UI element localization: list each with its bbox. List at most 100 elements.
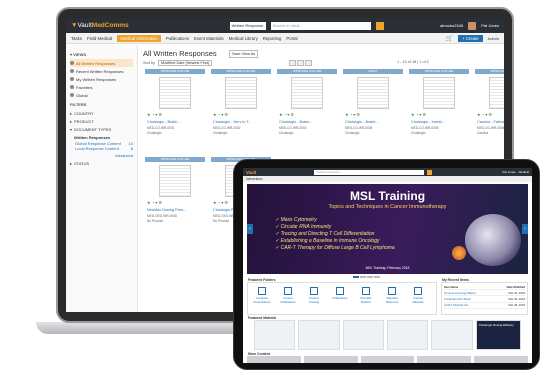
content-thumb[interactable] (247, 356, 301, 363)
card-title[interactable]: Cholangio - Brakh... (345, 120, 403, 124)
grid-view-icon[interactable] (289, 60, 296, 66)
banner-topic: ✓ Mass Cytometry (275, 217, 317, 223)
chevron-left-icon[interactable]: ‹ (247, 224, 253, 234)
sidebar-item-recent[interactable]: Recent Written Responses (70, 67, 133, 75)
nav-publications[interactable]: Publications (166, 36, 189, 41)
advanced-link[interactable]: Advanced (70, 151, 133, 159)
tablet-user-name[interactable]: Pat Jones (502, 170, 515, 174)
material-thumb-featured[interactable]: Cholangio Dosing Efficacy (475, 320, 521, 350)
filter-country[interactable]: ▸ COUNTRY (70, 109, 133, 117)
search-scope-select[interactable]: Written Response (229, 21, 266, 30)
sidebar-item-all[interactable]: All Written Responses (70, 59, 133, 67)
chevron-right-icon[interactable]: › (522, 224, 528, 234)
card-title[interactable]: Carzina - Fabrom... (477, 120, 504, 124)
card-title[interactable]: Cholangio - Invest... (411, 120, 469, 124)
nav-reporting[interactable]: Reporting (263, 36, 282, 41)
document-card[interactable]: APPROVED FOR USE ★ ◔ ▾ ⚙ Carzina - Fabrom.… (475, 69, 504, 141)
views-header[interactable]: ▾ VIEWS (70, 52, 133, 57)
nav-medical-information[interactable]: Medical Information (117, 34, 161, 42)
folder-current-publications[interactable]: Current Publications (278, 287, 298, 304)
folder-standard-response[interactable]: Standard Response (382, 287, 402, 304)
sidebar-item-favorites[interactable]: Favorites (70, 83, 133, 91)
user-name[interactable]: Pat Jones (481, 23, 499, 28)
material-thumb[interactable] (342, 320, 384, 350)
nav-field-medical[interactable]: Field Medical (87, 36, 112, 41)
nav-event-materials[interactable]: Event Materials (194, 36, 224, 41)
sort-select[interactable]: Modified Date (Newest First) (158, 60, 213, 66)
document-card[interactable]: DRAFT ★ ◔ ▾ ⚙ Cholangio - Brakh... MED-CO-W… (343, 69, 403, 141)
sidebar-item-mine[interactable]: My Written Responses (70, 75, 133, 83)
vault-logo[interactable]: ▼VaultMedComms (71, 22, 129, 29)
admin-link[interactable]: Admin (488, 36, 499, 41)
material-thumb[interactable] (254, 320, 296, 350)
content-thumb[interactable] (303, 356, 358, 363)
card-action-icons[interactable]: ★ ◔ ▾ ⚙ (147, 112, 162, 117)
sidebar-item-global[interactable]: Global (70, 91, 133, 99)
document-card[interactable]: APPROVED FOR USE ★ ◔ ▾ ⚙ Cholangio - Nerv … (211, 69, 271, 141)
card-number: MED-CO-WR-0003 (279, 126, 307, 130)
card-title[interactable]: Cholangio - Brakh... (147, 120, 205, 124)
card-action-icons[interactable]: ★ ◔ ▾ ⚙ (279, 112, 294, 117)
list-view-icon[interactable] (297, 60, 304, 66)
document-thumbnail[interactable] (159, 77, 191, 109)
folder-publications[interactable]: Publications (330, 287, 350, 300)
card-action-icons[interactable]: ★ ◔ ▾ ⚙ (411, 112, 426, 117)
card-action-icons[interactable]: ★ ◔ ▾ ⚙ (213, 200, 228, 205)
search-button[interactable] (375, 21, 384, 30)
card-number: MED-CO-WR-0005 (411, 126, 439, 130)
folder-icon (388, 287, 396, 295)
create-button[interactable]: + Create (458, 34, 483, 42)
detail-view-icon[interactable] (305, 60, 312, 66)
carousel-dot[interactable] (367, 276, 373, 278)
document-thumbnail[interactable] (225, 77, 257, 109)
filter-document-types[interactable]: ▾ DOCUMENT TYPES (70, 125, 133, 133)
tablet-search-input[interactable]: Search document (314, 169, 425, 175)
status-badge: APPROVED FOR USE (409, 69, 469, 74)
card-action-icons[interactable]: ★ ◔ ▾ ⚙ (213, 112, 228, 117)
card-action-icons[interactable]: ★ ◔ ▾ ⚙ (147, 200, 162, 205)
content-thumb[interactable] (474, 356, 528, 363)
search-input[interactable]: Search in Vault (270, 21, 371, 30)
nav-medical-library[interactable]: Medical Library (229, 36, 258, 41)
card-title[interactable]: NeoMax Dosing Pres... (147, 208, 205, 212)
content-thumb[interactable] (360, 356, 415, 363)
document-thumbnail[interactable] (291, 77, 323, 109)
avatar[interactable] (468, 21, 477, 30)
material-thumb[interactable] (431, 320, 473, 350)
document-card[interactable]: APPROVED FOR USE ★ ◔ ▾ ⚙ Cholangio - Inves… (409, 69, 469, 141)
document-thumbnail[interactable] (489, 77, 504, 109)
tablet-nav[interactable]: Interactions (243, 176, 532, 182)
nav-portal[interactable]: Portal (286, 36, 297, 41)
folder-product-training[interactable]: Product Training (304, 287, 324, 304)
list-item[interactable]: CAR-T Medical Info Mar 28, 2018 (444, 303, 525, 309)
tablet-search-button[interactable] (427, 169, 433, 175)
folder-icon (362, 287, 370, 295)
cart-icon[interactable]: 🛒 (446, 35, 453, 42)
document-thumbnail[interactable] (159, 165, 191, 197)
document-thumbnail[interactable] (357, 77, 389, 109)
card-action-icons[interactable]: ★ ◔ ▾ ⚙ (345, 112, 360, 117)
document-card[interactable]: APPROVED FOR USE ★ ◔ ▾ ⚙ Cholangio - Brakh… (277, 69, 337, 141)
material-thumb[interactable] (386, 320, 429, 350)
filter-product[interactable]: ▸ PRODUCT (70, 117, 133, 125)
tablet-logo[interactable]: Vault (246, 170, 256, 175)
carousel-dot[interactable] (374, 276, 380, 278)
content-thumb[interactable] (417, 356, 472, 363)
training-banner[interactable]: MSL Training Topics and Techniques in Ca… (247, 184, 528, 274)
material-thumb[interactable] (298, 320, 340, 350)
folder-congress[interactable]: Congress Presentations (252, 287, 272, 304)
card-title[interactable]: Cholangio - Brakh... (279, 120, 337, 124)
document-thumbnail[interactable] (423, 77, 455, 109)
pager[interactable]: 1 - 10 of 18 | 1 of 2 (397, 60, 429, 64)
carousel-dot[interactable] (353, 276, 359, 278)
card-title[interactable]: Cholangio - Nerv in T... (213, 120, 271, 124)
filter-status[interactable]: ▸ STATUS (70, 159, 133, 167)
document-card[interactable]: APPROVED FOR USE ★ ◔ ▾ ⚙ NeoMax Dosing Pre… (145, 157, 205, 229)
folder-scientific-platform[interactable]: Scientific Platform (356, 287, 376, 304)
card-action-icons[interactable]: ★ ◔ ▾ ⚙ (477, 112, 492, 117)
nav-tasks[interactable]: Tasks (71, 36, 82, 41)
save-view-button[interactable]: Save View As (229, 50, 259, 58)
carousel-dot[interactable] (360, 276, 366, 278)
folder-training-materials[interactable]: Training Materials (408, 287, 428, 304)
document-card[interactable]: APPROVED FOR USE ★ ◔ ▾ ⚙ Cholangio - Brakh… (145, 69, 205, 141)
